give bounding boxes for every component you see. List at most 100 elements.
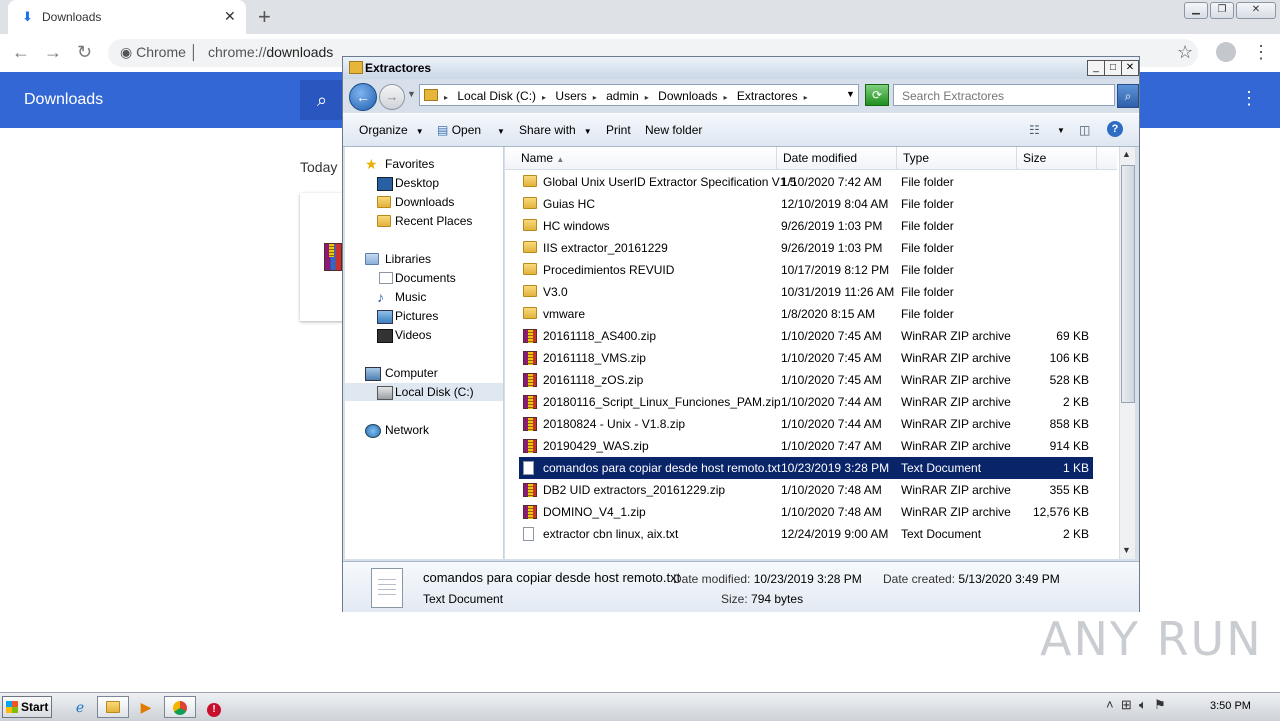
view-options-icon[interactable]: ☷: [1029, 123, 1040, 137]
help-icon[interactable]: ?: [1107, 121, 1123, 137]
nav-computer[interactable]: Computer: [345, 364, 503, 382]
chrome-taskbar-button[interactable]: [164, 696, 196, 718]
close-button[interactable]: ✕: [1121, 60, 1139, 76]
window-titlebar[interactable]: Extractores _ □ ✕: [343, 57, 1139, 79]
nav-music[interactable]: ♪ Music: [345, 288, 503, 306]
browser-menu-icon[interactable]: ⋮: [1252, 42, 1270, 63]
tab-close-icon[interactable]: ✕: [224, 8, 236, 25]
minimize-button[interactable]: ▁: [1184, 2, 1208, 19]
scroll-down-icon[interactable]: ▼: [1122, 545, 1131, 555]
clock[interactable]: 3:50 PM: [1210, 700, 1251, 712]
new-folder-button[interactable]: New folder: [645, 123, 702, 137]
address-dropdown-icon[interactable]: ▼: [846, 89, 855, 99]
nav-favorites[interactable]: ★ Favorites: [345, 155, 503, 173]
search-input[interactable]: [900, 88, 1104, 104]
file-row[interactable]: Procedimientos REVUID 10/17/2019 8:12 PM F…: [519, 259, 1093, 281]
back-button[interactable]: ←: [349, 83, 377, 111]
breadcrumb-downloads[interactable]: Downloads: [658, 89, 717, 103]
file-row[interactable]: HC windows 9/26/2019 1:03 PM File folder: [519, 215, 1093, 237]
column-name[interactable]: Name ▲: [505, 147, 777, 169]
file-type: File folder: [901, 307, 954, 321]
file-row[interactable]: vmware 1/8/2020 8:15 AM File folder: [519, 303, 1093, 325]
breadcrumb-admin[interactable]: admin: [606, 89, 639, 103]
more-options-icon[interactable]: ⋮: [1240, 88, 1258, 109]
scroll-up-icon[interactable]: ▲: [1122, 149, 1131, 159]
internet-explorer-icon[interactable]: ℯ: [64, 696, 96, 718]
share-with-button[interactable]: Share with ▼: [519, 123, 592, 137]
file-row[interactable]: extractor cbn linux, aix.txt 12/24/2019 9…: [519, 523, 1093, 545]
file-row[interactable]: DOMINO_V4_1.zip 1/10/2020 7:48 AM WinRAR Z…: [519, 501, 1093, 523]
history-dropdown-icon[interactable]: ▼: [407, 89, 416, 99]
minimize-button[interactable]: _: [1087, 60, 1105, 76]
restore-button[interactable]: ❐: [1210, 2, 1234, 19]
action-center-icon[interactable]: ⚑: [1154, 697, 1166, 712]
file-row[interactable]: Global Unix UserID Extractor Specificati…: [519, 171, 1093, 193]
breadcrumb-extractores[interactable]: Extractores: [737, 89, 798, 103]
column-size[interactable]: Size: [1017, 147, 1097, 169]
nav-downloads[interactable]: Downloads: [345, 193, 503, 211]
profile-avatar-icon[interactable]: [1216, 42, 1236, 62]
refresh-button[interactable]: ⟳: [865, 84, 889, 106]
file-row[interactable]: 20190429_WAS.zip 1/10/2020 7:47 AM WinRAR …: [519, 435, 1093, 457]
organize-button[interactable]: Organize ▼: [359, 123, 424, 137]
view-dropdown-icon[interactable]: ▼: [1057, 126, 1065, 135]
search-box[interactable]: [893, 84, 1115, 106]
navigation-pane: ★ Favorites Desktop Downloads Recent Pla…: [345, 147, 504, 559]
tab-downloads[interactable]: ⬇ Downloads ✕: [8, 0, 246, 34]
network-tray-icon[interactable]: ⊞: [1121, 697, 1132, 712]
nav-pictures[interactable]: Pictures: [345, 307, 503, 325]
scrollbar-thumb[interactable]: [1121, 165, 1135, 403]
print-button[interactable]: Print: [606, 123, 631, 137]
media-player-icon[interactable]: ▶: [130, 696, 162, 718]
drive-icon: [377, 386, 393, 400]
column-date-modified[interactable]: Date modified: [777, 147, 897, 169]
url-text[interactable]: chrome://downloads: [208, 44, 333, 60]
file-name: IIS extractor_20161229: [543, 241, 668, 255]
stop-icon[interactable]: !: [198, 696, 230, 718]
preview-pane-icon[interactable]: ◫: [1079, 123, 1090, 137]
file-row[interactable]: DB2 UID extractors_20161229.zip 1/10/2020…: [519, 479, 1093, 501]
tray-expand-icon[interactable]: ˄: [1106, 697, 1114, 712]
nav-videos[interactable]: Videos: [345, 326, 503, 344]
site-info[interactable]: ◉ Chrome │: [120, 44, 199, 61]
start-button[interactable]: Start: [2, 696, 52, 718]
close-window-button[interactable]: ✕: [1236, 2, 1276, 19]
nav-local-disk[interactable]: Local Disk (C:): [345, 383, 503, 401]
nav-desktop[interactable]: Desktop: [345, 174, 503, 192]
file-row[interactable]: comandos para copiar desde host remoto.t…: [519, 457, 1093, 479]
file-row[interactable]: 20161118_zOS.zip 1/10/2020 7:45 AM WinRAR …: [519, 369, 1093, 391]
file-row[interactable]: Guias HC 12/10/2019 8:04 AM File folder: [519, 193, 1093, 215]
reload-icon[interactable]: ↻: [77, 42, 92, 63]
address-bar[interactable]: ▸ Local Disk (C:) ▸ Users ▸ admin ▸ Downloa…: [419, 84, 859, 106]
nav-documents[interactable]: Documents: [345, 269, 503, 287]
system-tray[interactable]: ˄ ⊞ 🔈︎ ⚑: [1106, 697, 1166, 713]
bookmark-star-icon[interactable]: ☆: [1177, 42, 1193, 63]
volume-icon[interactable]: 🔈︎: [1139, 697, 1147, 712]
column-type[interactable]: Type: [897, 147, 1017, 169]
open-button[interactable]: ▤ Open ▼: [437, 123, 505, 137]
nav-libraries[interactable]: Libraries: [345, 250, 503, 268]
nav-network[interactable]: Network: [345, 421, 503, 439]
search-icon[interactable]: ⌕: [1117, 84, 1139, 108]
nav-recent-places[interactable]: Recent Places: [345, 212, 503, 230]
winrar-archive-icon: [523, 351, 537, 365]
file-row[interactable]: 20180824 - Unix - V1.8.zip 1/10/2020 7:44…: [519, 413, 1093, 435]
file-name: V3.0: [543, 285, 568, 299]
maximize-button[interactable]: □: [1104, 60, 1122, 76]
back-arrow-icon[interactable]: ←: [12, 42, 30, 63]
breadcrumb-users[interactable]: Users: [555, 89, 586, 103]
file-row[interactable]: V3.0 10/31/2019 11:26 AM File folder: [519, 281, 1093, 303]
file-row[interactable]: IIS extractor_20161229 9/26/2019 1:03 PM F…: [519, 237, 1093, 259]
breadcrumb-local-disk[interactable]: Local Disk (C:): [457, 89, 536, 103]
file-row[interactable]: 20161118_AS400.zip 1/10/2020 7:45 AM WinRA…: [519, 325, 1093, 347]
search-icon[interactable]: ⌕: [300, 80, 344, 120]
explorer-taskbar-button[interactable]: [97, 696, 129, 718]
details-type: Text Document: [423, 592, 504, 606]
forward-arrow-icon[interactable]: →: [44, 42, 62, 63]
vertical-scrollbar[interactable]: ▲ ▼: [1119, 147, 1135, 559]
file-row[interactable]: 20180116_Script_Linux_Funciones_PAM.zip 1…: [519, 391, 1093, 413]
file-date-modified: 10/23/2019 3:28 PM: [781, 461, 890, 475]
new-tab-button[interactable]: +: [258, 4, 271, 30]
file-row[interactable]: 20161118_VMS.zip 1/10/2020 7:45 AM WinRAR …: [519, 347, 1093, 369]
forward-button[interactable]: →: [379, 84, 405, 110]
